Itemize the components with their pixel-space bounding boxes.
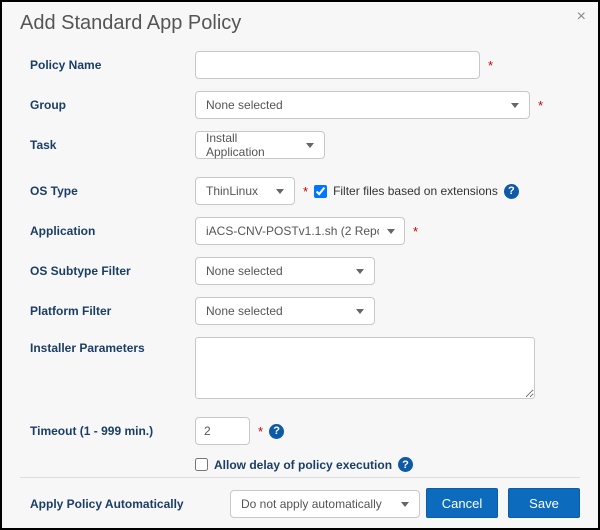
chevron-down-icon (356, 309, 364, 314)
label-os-subtype: OS Subtype Filter (30, 264, 195, 278)
label-task: Task (30, 138, 195, 152)
row-group: Group None selected * (30, 85, 570, 125)
dialog-header: Add Standard App Policy × (2, 2, 598, 39)
row-allow-delay: Allow delay of policy execution ? (30, 451, 570, 478)
allow-delay-label: Allow delay of policy execution (214, 458, 392, 472)
filter-extensions-checkbox[interactable] (314, 185, 327, 198)
row-os-subtype: OS Subtype Filter None selected (30, 251, 570, 291)
row-application: Application iACS-CNV-POSTv1.1.sh (2 Repo… (30, 211, 570, 251)
help-icon[interactable]: ? (504, 184, 519, 199)
dialog-footer: Cancel Save (20, 477, 580, 518)
label-application: Application (30, 224, 195, 238)
os-type-value: ThinLinux (206, 184, 258, 198)
timeout-input[interactable] (195, 417, 250, 445)
installer-params-textarea[interactable] (195, 337, 535, 399)
task-select-value: Install Application (206, 131, 298, 159)
cancel-button[interactable]: Cancel (426, 488, 498, 518)
row-policy-name: Policy Name * (30, 45, 570, 85)
policy-name-input[interactable] (195, 51, 480, 79)
chevron-down-icon (511, 103, 519, 108)
chevron-down-icon (306, 143, 314, 148)
required-marker: * (413, 224, 418, 239)
os-type-select[interactable]: ThinLinux (195, 177, 295, 205)
modal-add-standard-app-policy: Add Standard App Policy × Policy Name * … (0, 0, 600, 530)
application-select[interactable]: iACS-CNV-POSTv1.1.sh (2 Reposi (195, 217, 405, 245)
save-button[interactable]: Save (508, 488, 580, 518)
group-select[interactable]: None selected (195, 91, 530, 119)
platform-select[interactable]: None selected (195, 297, 375, 325)
dialog-title: Add Standard App Policy (20, 12, 241, 34)
required-marker: * (538, 98, 543, 113)
os-subtype-select[interactable]: None selected (195, 257, 375, 285)
dialog-body: Policy Name * Group None selected * Task… (2, 39, 598, 528)
row-installer-params: Installer Parameters (30, 331, 570, 405)
filter-extensions-label: Filter files based on extensions (333, 184, 498, 198)
application-value: iACS-CNV-POSTv1.1.sh (2 Reposi (206, 224, 379, 238)
task-select[interactable]: Install Application (195, 131, 325, 159)
platform-value: None selected (206, 304, 283, 318)
chevron-down-icon (356, 269, 364, 274)
close-icon[interactable]: × (577, 8, 586, 26)
help-icon[interactable]: ? (398, 457, 413, 472)
label-platform: Platform Filter (30, 304, 195, 318)
row-os-type: OS Type ThinLinux * Filter files based o… (30, 171, 570, 211)
os-subtype-value: None selected (206, 264, 283, 278)
chevron-down-icon (387, 229, 395, 234)
allow-delay-checkbox[interactable] (195, 458, 208, 471)
label-policy-name: Policy Name (30, 58, 195, 72)
label-os-type: OS Type (30, 184, 195, 198)
required-marker: * (488, 58, 493, 73)
row-timeout: Timeout (1 - 999 min.) * ? (30, 411, 570, 451)
group-select-value: None selected (206, 98, 283, 112)
label-group: Group (30, 98, 195, 112)
chevron-down-icon (276, 189, 284, 194)
help-icon[interactable]: ? (269, 424, 284, 439)
required-marker: * (258, 424, 263, 439)
label-timeout: Timeout (1 - 999 min.) (30, 424, 195, 438)
row-platform: Platform Filter None selected (30, 291, 570, 331)
row-task: Task Install Application (30, 125, 570, 165)
label-installer-params: Installer Parameters (30, 337, 195, 355)
required-marker: * (303, 184, 308, 199)
